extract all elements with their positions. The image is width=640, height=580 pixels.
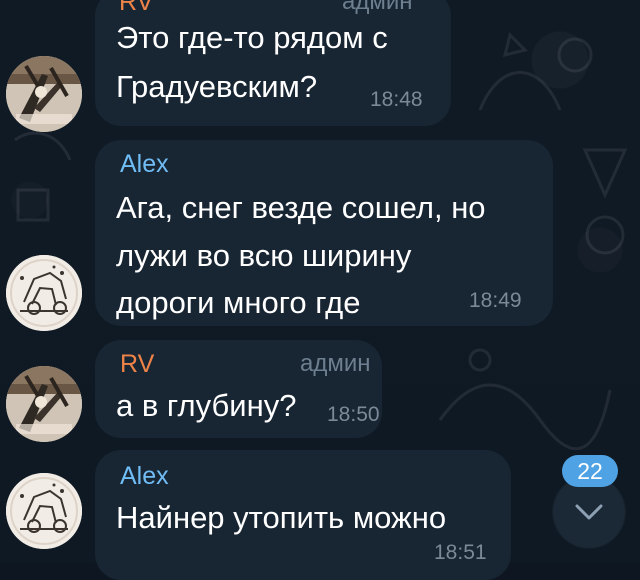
message-text-line: дороги много где (116, 285, 361, 320)
avatar[interactable] (6, 366, 82, 442)
message-bubble[interactable]: Alex Найнер утопить можно 18:51 (95, 450, 511, 580)
avatar-illustration-icon (6, 255, 82, 331)
message-time: 18:48 (370, 88, 423, 111)
message-bubble[interactable]: RV админ Это где-то рядом с Градуевским?… (95, 0, 451, 126)
message-text-line: Найнер утопить можно (116, 500, 447, 535)
background-doodle-icon (14, 131, 72, 222)
avatar[interactable] (6, 473, 82, 549)
sender-name[interactable]: Alex (120, 462, 169, 491)
avatar-illustration-icon (6, 473, 82, 549)
message-text-line: лужи во всю ширину (116, 238, 412, 273)
message-time: 18:51 (434, 541, 487, 564)
message-bubble[interactable]: RV админ а в глубину? 18:50 (95, 340, 382, 438)
message-time: 18:50 (327, 403, 380, 426)
admin-badge: админ (300, 350, 371, 377)
background-doodle-icon (478, 32, 593, 111)
avatar[interactable] (6, 56, 82, 132)
background-doodle-icon (438, 348, 612, 450)
message-bubble[interactable]: Alex Ага, снег везде сошел, но лужи во в… (95, 140, 553, 326)
unread-count-badge: 22 (562, 455, 618, 487)
background-doodle-icon (582, 148, 628, 255)
message-text-line: а в глубину? (116, 388, 297, 423)
message-text-line: Ага, снег везде сошел, но (116, 190, 486, 225)
sender-name[interactable]: RV (120, 350, 154, 379)
message-time: 18:49 (469, 289, 522, 312)
message-text-line: Это где-то рядом с (116, 20, 388, 55)
avatar-illustration-icon (6, 56, 82, 132)
sender-name[interactable]: Alex (120, 150, 169, 179)
avatar-illustration-icon (6, 366, 82, 442)
avatar[interactable] (6, 255, 82, 331)
chevron-down-icon (575, 504, 603, 520)
message-text-line: Градуевским? (116, 69, 318, 104)
